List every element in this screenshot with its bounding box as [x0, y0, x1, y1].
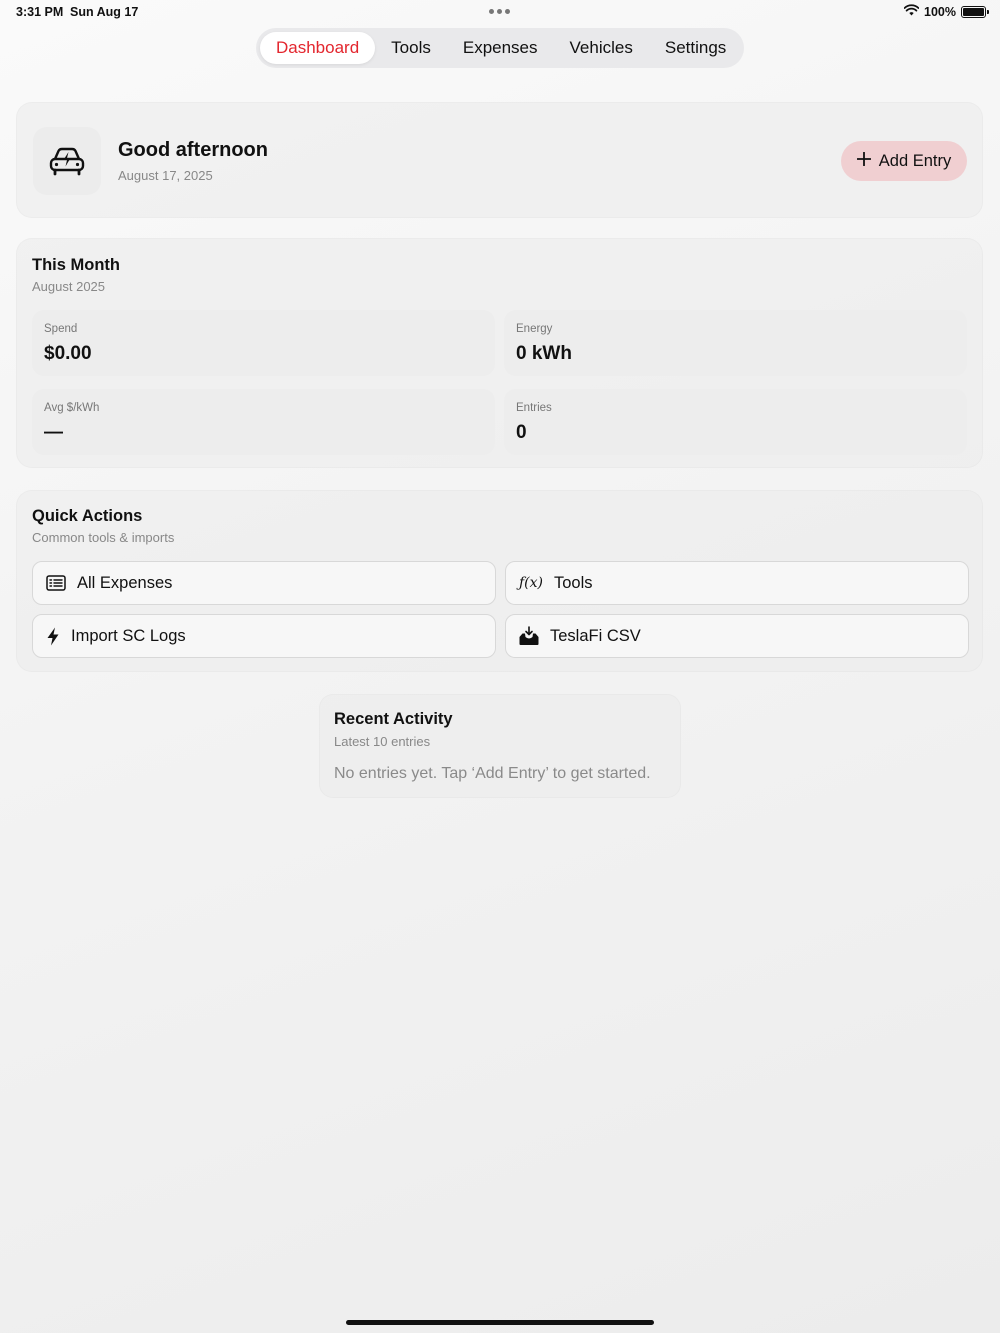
import-sc-logs-button[interactable]: Import SC Logs	[32, 614, 496, 658]
stat-avg-per-kwh: Avg $/kWh —	[32, 389, 495, 455]
qa-label: Import SC Logs	[71, 626, 186, 645]
stat-energy: Energy 0 kWh	[504, 310, 967, 376]
stat-value: —	[44, 422, 63, 443]
wifi-icon	[903, 4, 920, 19]
empty-state-message: No entries yet. Tap ‘Add Entry’ to get s…	[334, 765, 651, 782]
section-title: This Month	[32, 256, 120, 274]
section-subtitle: Latest 10 entries	[334, 734, 431, 749]
greeting-card: Good afternoon August 17, 2025 Add Entry	[16, 102, 983, 218]
stat-entries: Entries 0	[504, 389, 967, 455]
battery-percent: 100%	[924, 4, 956, 19]
tab-bar: Dashboard Tools Expenses Vehicles Settin…	[256, 28, 744, 68]
bolt-icon	[45, 625, 61, 647]
tray-import-icon	[518, 625, 540, 647]
tab-vehicles[interactable]: Vehicles	[554, 32, 649, 64]
stat-value: 0 kWh	[516, 343, 572, 364]
stat-label: Entries	[516, 402, 552, 414]
stat-label: Energy	[516, 323, 553, 335]
stat-label: Spend	[44, 323, 78, 335]
add-entry-button[interactable]: Add Entry	[841, 141, 967, 181]
status-time: 3:31 PM	[16, 5, 64, 19]
section-subtitle: Common tools & imports	[32, 530, 175, 545]
section-title: Quick Actions	[32, 507, 143, 525]
add-entry-label: Add Entry	[878, 151, 952, 170]
tools-button[interactable]: ƒ(x) Tools	[505, 561, 969, 605]
stat-value: 0	[516, 422, 527, 443]
plus-icon	[856, 151, 872, 171]
recent-activity-card: Recent Activity Latest 10 entries No ent…	[319, 694, 681, 798]
tab-dashboard[interactable]: Dashboard	[260, 32, 376, 64]
list-icon	[45, 572, 67, 594]
battery-icon	[961, 5, 989, 18]
qa-label: TeslaFi CSV	[550, 626, 641, 645]
stat-label: Avg $/kWh	[44, 402, 100, 414]
tab-settings[interactable]: Settings	[649, 32, 742, 64]
status-date: Sun Aug 17	[70, 5, 139, 19]
stat-spend: Spend $0.00	[32, 310, 495, 376]
status-bar: 3:31 PM Sun Aug 17 100%	[0, 0, 1000, 24]
all-expenses-button[interactable]: All Expenses	[32, 561, 496, 605]
this-month-card: This Month August 2025 Spend $0.00 Energ…	[16, 238, 983, 468]
section-subtitle: August 2025	[32, 279, 106, 294]
tab-expenses[interactable]: Expenses	[447, 32, 554, 64]
function-icon: ƒ(x)	[518, 575, 543, 591]
qa-label: Tools	[554, 573, 593, 592]
stat-value: $0.00	[44, 343, 92, 364]
home-indicator[interactable]	[346, 1320, 654, 1325]
quick-actions-card: Quick Actions Common tools & imports All…	[16, 490, 983, 672]
teslafi-csv-button[interactable]: TeslaFi CSV	[505, 614, 969, 658]
status-indicators: 100%	[903, 4, 989, 19]
greeting-date: August 17, 2025	[118, 168, 213, 183]
greeting-title: Good afternoon	[118, 139, 268, 161]
electric-car-icon	[33, 127, 101, 195]
multitasking-dots-icon[interactable]	[489, 5, 510, 14]
tab-tools[interactable]: Tools	[375, 32, 447, 64]
qa-label: All Expenses	[77, 573, 173, 592]
section-title: Recent Activity	[334, 710, 453, 728]
